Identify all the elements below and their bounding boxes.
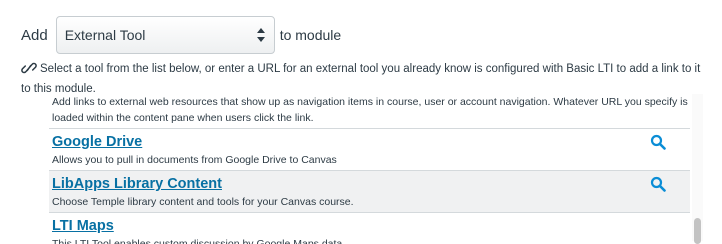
search-icon[interactable] (650, 176, 666, 192)
to-module-label: to module (279, 27, 342, 43)
tool-item-libapps-library-content[interactable]: LibApps Library Content Choose Temple li… (49, 171, 690, 213)
instructions-text: Select a tool from the list below, or en… (21, 63, 701, 95)
tool-description: This LTI Tool enables custom discussion … (52, 238, 343, 244)
instructions: Select a tool from the list below, or en… (21, 61, 711, 98)
tool-list-scrollbar[interactable] (692, 94, 703, 244)
tool-name-link[interactable]: LTI Maps (52, 216, 114, 236)
tool-description: Add links to external web resources that… (52, 96, 688, 124)
select-arrows-icon (256, 28, 266, 42)
tool-item-lti-maps[interactable]: LTI Maps This LTI Tool enables custom di… (49, 213, 690, 244)
tool-item-google-drive[interactable]: Google Drive Allows you to pull in docum… (49, 129, 690, 171)
tool-name-link[interactable]: Google Drive (52, 132, 142, 152)
item-type-select-value: External Tool (64, 27, 146, 43)
item-type-select[interactable]: External Tool (55, 16, 275, 54)
tool-description: Choose Temple library content and tools … (52, 196, 354, 208)
scrollbar-thumb[interactable] (694, 218, 701, 244)
add-label: Add (21, 26, 48, 44)
add-item-row: Add External Tool to module (21, 15, 341, 55)
search-icon[interactable] (650, 134, 666, 150)
tool-item-partial[interactable]: Add links to external web resources that… (49, 94, 690, 129)
tool-description: Allows you to pull in documents from Goo… (52, 154, 337, 166)
tool-list: Add links to external web resources that… (49, 94, 690, 244)
tool-name-link[interactable]: LibApps Library Content (52, 174, 222, 194)
link-icon (21, 61, 37, 81)
